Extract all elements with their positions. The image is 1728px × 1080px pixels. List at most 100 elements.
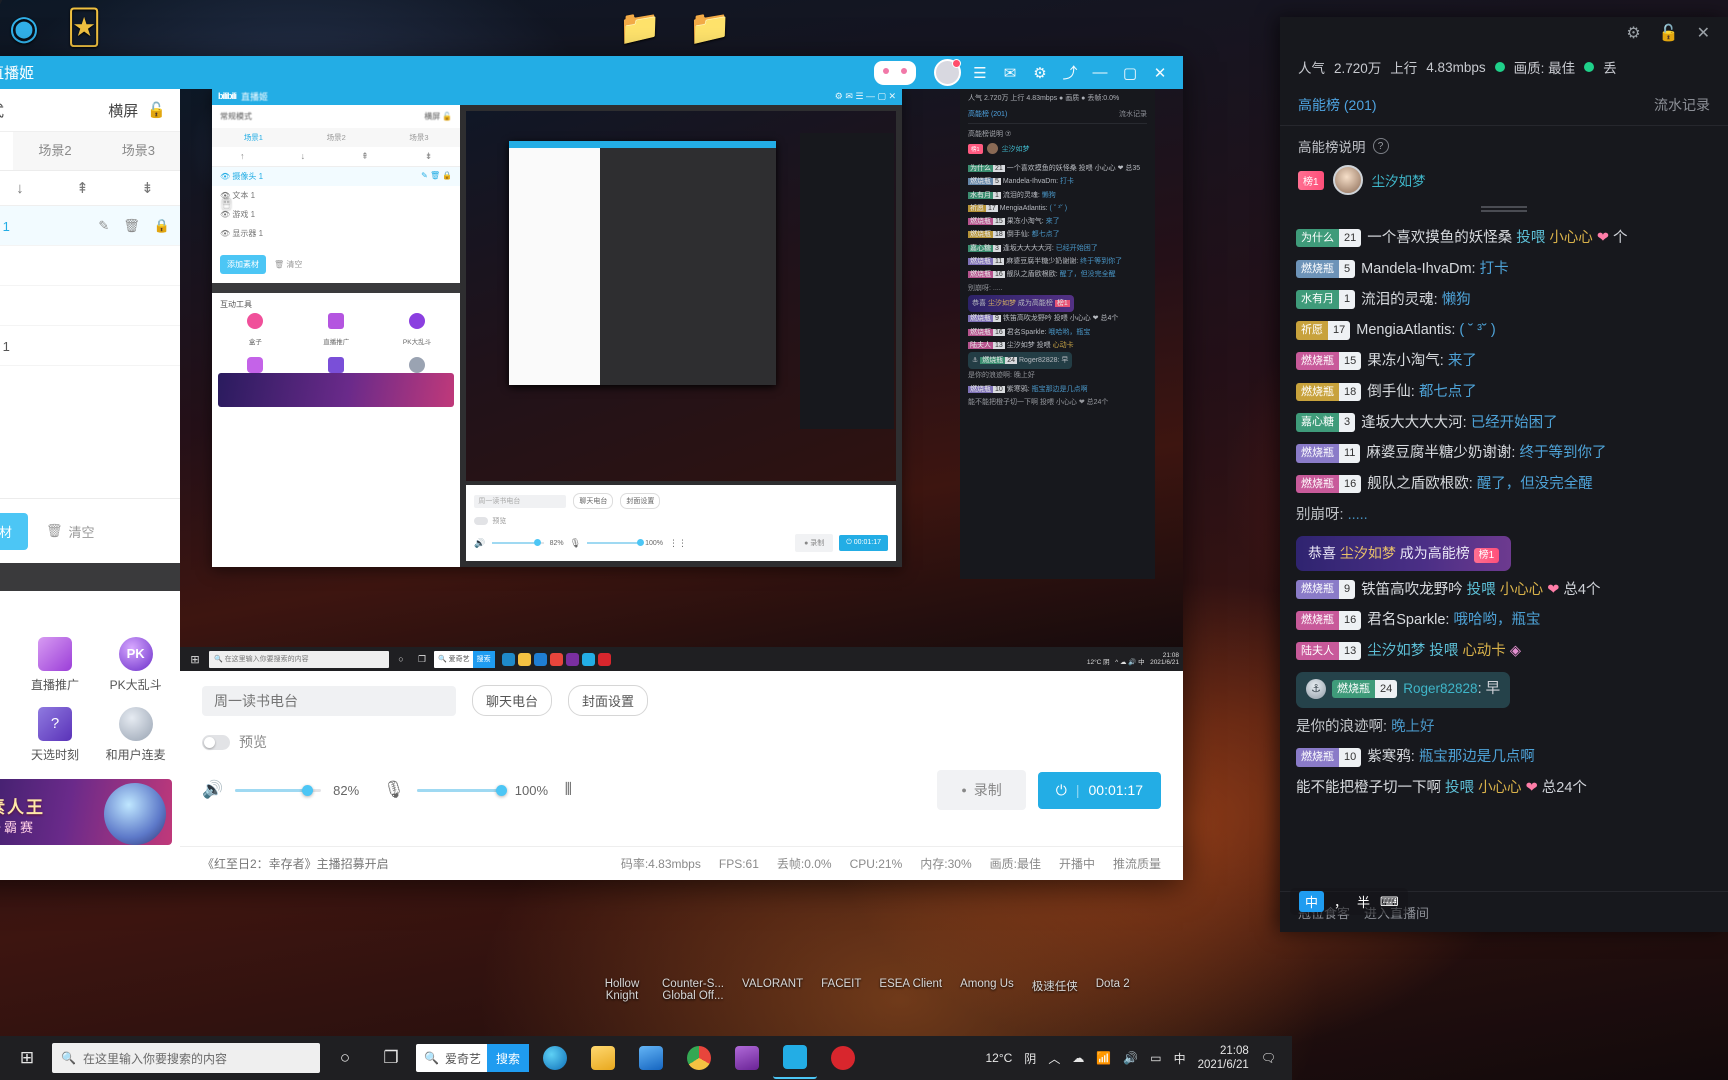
game-hollow-knight[interactable]: Hollow Knight bbox=[600, 978, 644, 1002]
scene-tab-3[interactable]: 场景3 bbox=[97, 132, 180, 170]
chat-user[interactable]: 倒手仙 bbox=[1367, 384, 1411, 400]
chat-user[interactable]: 铁笛高吹龙野吟 bbox=[1361, 582, 1463, 598]
arrow-down-icon[interactable]: ↓ bbox=[16, 180, 24, 197]
record-button[interactable]: ● 录制 bbox=[937, 770, 1026, 810]
chat-user[interactable]: 流泪的灵魂 bbox=[1361, 292, 1434, 308]
ime-indicator[interactable]: 中 bbox=[1174, 1050, 1186, 1067]
notify-icon[interactable]: 🗨 bbox=[1261, 1051, 1276, 1065]
avatar[interactable] bbox=[934, 59, 961, 86]
game-dota2[interactable]: Dota 2 bbox=[1096, 978, 1130, 1002]
circle-icon[interactable]: ○ bbox=[324, 1038, 366, 1078]
game-csgo[interactable]: Counter-S... Global Off... bbox=[662, 978, 724, 1002]
menu-icon[interactable]: ☰ bbox=[965, 60, 995, 86]
tool-lottery[interactable]: ? 天选时刻 bbox=[17, 707, 94, 763]
taskbar-app-edge[interactable] bbox=[533, 1038, 577, 1078]
ime-floating-bar[interactable]: 中 ， 半 ⌨ bbox=[1290, 888, 1408, 915]
status-stream-quality[interactable]: 推流质量 bbox=[1113, 855, 1161, 872]
close-icon[interactable]: ✕ bbox=[1697, 23, 1710, 43]
scene-tab-1[interactable]: 场景1 bbox=[0, 132, 14, 170]
tool-promotion[interactable]: 直播推广 bbox=[17, 637, 94, 693]
rank-user-name[interactable]: 尘汐如梦 bbox=[1372, 170, 1426, 190]
tool-pk[interactable]: PK PK大乱斗 bbox=[97, 637, 174, 693]
chat-user[interactable]: 是你的浪迹啊 bbox=[1296, 719, 1383, 735]
minimize-icon[interactable]: — bbox=[1085, 60, 1115, 86]
taskbar-clock[interactable]: 21:08 2021/6/21 bbox=[1198, 1044, 1249, 1073]
desktop-icon-folder-2[interactable]: 📁 bbox=[678, 8, 742, 48]
cover-settings-button[interactable]: 封面设置 bbox=[568, 685, 649, 716]
chat-user[interactable]: 逢坂大大大大河 bbox=[1361, 415, 1463, 431]
chat-user[interactable]: 尘汐如梦 bbox=[1367, 643, 1425, 659]
game-speed[interactable]: 极速任侠 bbox=[1032, 978, 1078, 1002]
ime-mode-cn[interactable]: 中 bbox=[1299, 891, 1325, 912]
share-icon[interactable]: ⤴ bbox=[1055, 60, 1085, 86]
search-button[interactable]: 搜索 bbox=[486, 1044, 529, 1072]
game-faceit[interactable]: FACEIT bbox=[821, 978, 861, 1002]
equalizer-icon[interactable]: ⫴ bbox=[565, 780, 572, 800]
game-esea[interactable]: ESEA Client bbox=[879, 978, 942, 1002]
chat-user[interactable]: 麻婆豆腐半糖少奶谢谢 bbox=[1366, 445, 1511, 461]
chat-user[interactable]: 紫寒鸦 bbox=[1367, 749, 1411, 765]
scene-tab-2[interactable]: 场景2 bbox=[13, 132, 96, 170]
add-source-button[interactable]: 添加素材 bbox=[0, 512, 29, 550]
list-down-icon[interactable]: ⇟ bbox=[141, 179, 154, 197]
chat-radio-button[interactable]: 聊天电台 bbox=[472, 685, 553, 716]
taskbar-app-mail[interactable] bbox=[629, 1038, 673, 1078]
close-icon[interactable]: ✕ bbox=[1145, 60, 1175, 86]
windows-icon[interactable]: ⊞ bbox=[6, 1038, 48, 1078]
question-icon[interactable]: ? bbox=[1372, 138, 1389, 154]
gear-icon[interactable]: ⚙ bbox=[1025, 60, 1055, 86]
chat-user[interactable]: 君名Sparkle bbox=[1367, 612, 1445, 628]
wifi-icon[interactable]: 📶 bbox=[1096, 1051, 1111, 1065]
panel-resize-handle[interactable] bbox=[1280, 201, 1728, 213]
live-timer-button[interactable]: ⏻ | 00:01:17 bbox=[1037, 771, 1161, 809]
chat-user[interactable]: 能不能把橙子切一下啊 bbox=[1296, 780, 1441, 796]
unlock-icon[interactable]: 🔓 bbox=[1659, 23, 1679, 43]
taskbar-app-onenote[interactable] bbox=[725, 1038, 769, 1078]
desktop-icon-game[interactable]: 🃏 bbox=[52, 8, 116, 48]
game-among-us[interactable]: Among Us bbox=[960, 978, 1014, 1002]
battery-icon[interactable]: ▭ bbox=[1150, 1051, 1161, 1065]
unlock-icon[interactable]: 🔓 bbox=[147, 101, 166, 119]
tool-voice-link[interactable]: 和用户连麦 bbox=[97, 707, 174, 763]
source-item-game[interactable]: 👁 游戏 1 bbox=[0, 286, 180, 326]
secondary-search-box[interactable]: 🔍 爱奇艺 搜索 bbox=[416, 1044, 529, 1072]
taskbar-app-chrome[interactable] bbox=[677, 1038, 721, 1078]
chat-user[interactable]: Roger82828 bbox=[1403, 681, 1477, 696]
desktop-icon-app[interactable]: ◉ bbox=[0, 8, 56, 48]
room-title-input[interactable] bbox=[202, 685, 456, 716]
chat-user[interactable]: 别崩呀 bbox=[1296, 507, 1340, 523]
speaker-slider[interactable] bbox=[235, 784, 322, 796]
rank-row-1[interactable]: 榜1 尘汐如梦 bbox=[1298, 165, 1710, 195]
speaker-icon[interactable]: 🔊 bbox=[1123, 1051, 1138, 1065]
promo-banner[interactable]: 素人王 争霸赛 bbox=[0, 779, 172, 845]
chat-user[interactable]: 一个喜欢摸鱼的妖怪桑 bbox=[1367, 230, 1512, 246]
preview-toggle[interactable] bbox=[202, 734, 230, 750]
taskbar-app-bilibili[interactable] bbox=[772, 1037, 817, 1079]
cloud-icon[interactable]: ☁ bbox=[1072, 1051, 1084, 1065]
chat-user[interactable]: Mandela-IhvaDm bbox=[1361, 261, 1471, 277]
mic-icon[interactable]: 🎙 bbox=[383, 780, 405, 800]
taskbar-app-netease[interactable] bbox=[821, 1038, 865, 1078]
weather-desc[interactable]: 阴 bbox=[1024, 1050, 1036, 1067]
stream-preview[interactable]: bilibili 直播姬 ⚙ ✉ ☰ — ▢ ✕ 常规模式 横屏 🔓 场景1 场景2… bbox=[180, 89, 1183, 671]
ime-punctuation[interactable]: ， bbox=[1334, 892, 1347, 911]
system-user[interactable]: 尘汐如梦 bbox=[1340, 545, 1396, 561]
chat-user[interactable]: MengiaAtlantis bbox=[1356, 322, 1451, 338]
news-ticker[interactable]: 《红至日2：幸存者》主播招募开启 bbox=[202, 855, 603, 872]
search-input[interactable]: 🔍 在这里输入你要搜索的内容 bbox=[52, 1043, 320, 1073]
source-item-text[interactable]: 👁 文本 1 bbox=[0, 246, 180, 286]
tab-high-energy-rank[interactable]: 高能榜 (201) bbox=[1298, 85, 1377, 125]
tool-box[interactable]: 盒子 bbox=[0, 637, 13, 693]
ime-width[interactable]: 半 bbox=[1357, 892, 1370, 911]
tool-hot-rank[interactable]: 热门榜 bbox=[0, 707, 13, 763]
tab-transaction-log[interactable]: 流水记录 bbox=[1654, 85, 1710, 125]
chat-user[interactable]: 舰队之盾欧根欧 bbox=[1367, 476, 1469, 492]
gear-icon[interactable]: ⚙ bbox=[1626, 23, 1640, 43]
game-valorant[interactable]: VALORANT bbox=[742, 978, 803, 1002]
list-up-icon[interactable]: ⇞ bbox=[76, 179, 89, 197]
clear-sources-button[interactable]: 🗑 清空 bbox=[46, 522, 95, 541]
chat-user[interactable]: 果冻小淘气 bbox=[1367, 353, 1440, 369]
desktop-icon-folder-1[interactable]: 📁 bbox=[608, 8, 672, 48]
mic-slider[interactable] bbox=[416, 784, 507, 796]
source-item-monitor[interactable]: 👁 显示器 1 bbox=[0, 326, 180, 366]
